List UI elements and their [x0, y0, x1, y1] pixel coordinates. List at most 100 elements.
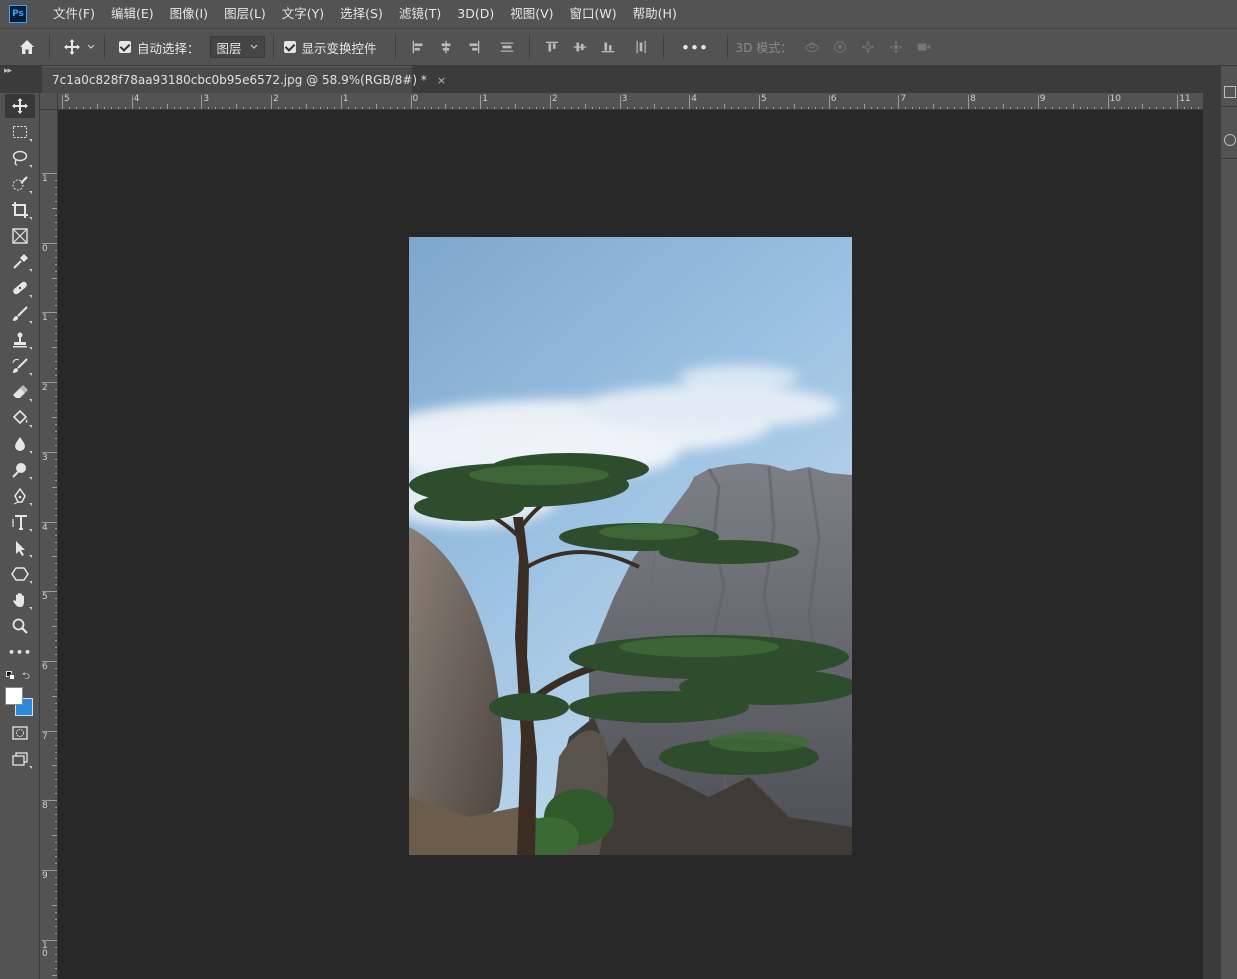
dodge-tool-icon[interactable]	[5, 458, 35, 482]
ruler-tick	[549, 95, 551, 109]
ruler-label: 11	[1179, 94, 1191, 104]
ruler-tick	[480, 95, 482, 109]
document-tab[interactable]: 7c1a0c828f78aa93180cbc0b95e6572.jpg @ 58…	[42, 66, 446, 93]
chevron-down-icon	[250, 44, 257, 49]
type-tool-icon[interactable]	[5, 510, 35, 534]
ruler-label: 8	[970, 94, 976, 104]
crop-tool-icon[interactable]	[5, 198, 35, 222]
brush-tool-icon[interactable]	[5, 302, 35, 326]
ruler-tick	[410, 95, 412, 109]
3d-orbit-icon[interactable]	[801, 36, 823, 58]
chevron-down-icon[interactable]	[86, 36, 96, 58]
marquee-tool-icon[interactable]	[5, 120, 35, 144]
ruler-tick	[898, 95, 900, 109]
eraser-tool-icon[interactable]	[5, 380, 35, 404]
eyedropper-tool-icon[interactable]	[5, 250, 35, 274]
document-image[interactable]	[409, 237, 852, 855]
separator	[662, 35, 664, 59]
quick-mask-icon[interactable]	[5, 721, 35, 745]
paint-bucket-tool-icon[interactable]	[5, 406, 35, 430]
vertical-ruler[interactable]: 1 0 1 2 3 4 5 6 7 8 9 10	[40, 110, 58, 979]
align-middle-vertical-icon[interactable]	[569, 36, 591, 58]
frame-tool-icon[interactable]	[5, 224, 35, 248]
ruler-label: 7	[42, 731, 48, 742]
menu-3d[interactable]: 3D(D)	[449, 0, 502, 28]
menu-window[interactable]: 窗口(W)	[562, 0, 625, 28]
move-tool-icon[interactable]	[5, 94, 35, 118]
ruler-tick	[62, 95, 63, 109]
vertical-scrollbar[interactable]	[1203, 93, 1220, 979]
ruler-label: 5	[64, 94, 70, 104]
menu-edit[interactable]: 编辑(E)	[103, 0, 162, 28]
expand-panels-icon[interactable]: ▸▸	[4, 66, 12, 76]
path-selection-tool-icon[interactable]	[5, 536, 35, 560]
pen-tool-icon[interactable]	[5, 484, 35, 508]
hand-tool-icon[interactable]	[5, 588, 35, 612]
menu-type[interactable]: 文字(Y)	[274, 0, 332, 28]
ruler-label: 4	[133, 94, 140, 104]
ruler-label: 1	[482, 94, 488, 104]
ruler-label: 10	[1109, 94, 1121, 104]
more-options-button[interactable]: •••	[682, 40, 709, 55]
menu-filter[interactable]: 滤镜(T)	[391, 0, 449, 28]
ruler-tick	[340, 95, 342, 109]
foreground-color-swatch[interactable]	[5, 687, 23, 705]
home-icon[interactable]	[16, 36, 38, 58]
lasso-tool-icon[interactable]	[5, 146, 35, 170]
healing-brush-tool-icon[interactable]	[5, 276, 35, 300]
panel-toggle-icon[interactable]	[1224, 86, 1236, 98]
horizontal-ruler[interactable]: 5 4 3 2 1 0 1 2 3 4 5 6 7 8 9 10 11	[58, 93, 1203, 110]
show-transform-checkbox[interactable]	[283, 41, 296, 53]
menu-layer[interactable]: 图层(L)	[216, 0, 274, 28]
quick-select-tool-icon[interactable]	[5, 172, 35, 196]
menu-help[interactable]: 帮助(H)	[625, 0, 685, 28]
landscape-photo	[409, 237, 852, 855]
swap-colors-icon[interactable]: ⮌	[22, 669, 30, 686]
edit-toolbar-button[interactable]: •••	[5, 640, 35, 664]
default-colors-icon[interactable]	[6, 671, 15, 680]
auto-select-target-dropdown[interactable]: 图层	[209, 36, 265, 58]
clone-stamp-tool-icon[interactable]	[5, 328, 35, 352]
document-tab-title: 7c1a0c828f78aa93180cbc0b95e6572.jpg @ 58…	[52, 73, 427, 87]
menu-view[interactable]: 视图(V)	[502, 0, 561, 28]
align-top-icon[interactable]	[541, 36, 563, 58]
move-tool-icon[interactable]	[61, 36, 83, 58]
align-center-horizontal-icon[interactable]	[435, 36, 457, 58]
screen-mode-icon[interactable]	[5, 747, 35, 771]
ruler-tick	[759, 95, 760, 109]
distribute-vertical-icon[interactable]	[496, 36, 518, 58]
ruler-tick	[1107, 95, 1109, 109]
separator	[394, 35, 396, 59]
3d-roll-icon[interactable]	[829, 36, 851, 58]
ruler-label: 2	[42, 383, 48, 394]
auto-select-checkbox[interactable]	[119, 41, 131, 53]
ruler-label: 1	[42, 313, 48, 324]
ruler-origin[interactable]	[40, 93, 58, 110]
ruler-tick	[131, 95, 133, 109]
zoom-tool-icon[interactable]	[5, 614, 35, 638]
ruler-label: 6	[830, 94, 837, 104]
menu-select[interactable]: 选择(S)	[332, 0, 391, 28]
history-brush-tool-icon[interactable]	[5, 354, 35, 378]
close-icon[interactable]: ×	[437, 74, 446, 87]
auto-select-target-value: 图层	[216, 40, 242, 56]
ruler-label: 5	[761, 94, 767, 104]
separator	[49, 35, 50, 59]
3d-slide-icon[interactable]	[885, 36, 907, 58]
tools-panel: ••• ⮌	[0, 93, 40, 979]
align-right-icon[interactable]	[463, 36, 485, 58]
menu-file[interactable]: 文件(F)	[45, 0, 103, 28]
ruler-tick	[828, 95, 830, 109]
distribute-horizontal-icon[interactable]	[630, 36, 652, 58]
ruler-label: 4	[691, 94, 698, 104]
3d-scale-camera-icon[interactable]	[913, 36, 935, 58]
blur-tool-icon[interactable]	[5, 432, 35, 456]
align-left-icon[interactable]	[407, 36, 429, 58]
shape-tool-icon[interactable]	[5, 562, 35, 586]
separator	[1221, 158, 1237, 159]
ruler-label: 2	[273, 94, 279, 104]
menu-image[interactable]: 图像(I)	[162, 0, 216, 28]
3d-pan-icon[interactable]	[857, 36, 879, 58]
panel-toggle-icon[interactable]	[1224, 134, 1236, 146]
align-bottom-icon[interactable]	[597, 36, 619, 58]
